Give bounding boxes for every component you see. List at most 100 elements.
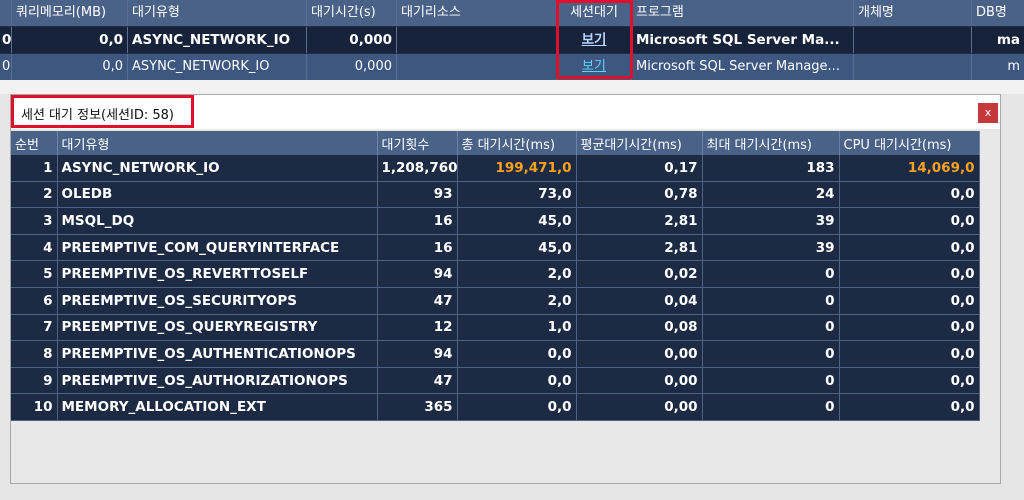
cell-wait-resource (397, 54, 557, 80)
cell-seq: 5 (11, 260, 58, 288)
col-header-program[interactable]: 프로그램 (632, 0, 854, 26)
cell-wait-count: 94 (377, 260, 458, 288)
cell-avg-wait: 0,00 (576, 340, 703, 368)
col-header[interactable] (0, 0, 12, 26)
table-row[interactable]: 2 OLEDB 93 73,0 0,78 24 0,0 (11, 181, 980, 209)
cell-total-wait: 73,0 (457, 181, 577, 209)
table-row[interactable]: 9 PREEMPTIVE_OS_AUTHORIZATIONOPS 47 0,0 0,00… (11, 367, 980, 395)
cell-avg-wait: 0,04 (576, 287, 703, 315)
cell-max-wait: 24 (702, 181, 840, 209)
cell-cpu-wait: 0,0 (839, 181, 980, 209)
cell-wait-type: PREEMPTIVE_OS_SECURITYOPS (57, 287, 378, 315)
cell-max-wait: 0 (702, 287, 840, 315)
col-header-cpu-wait[interactable]: CPU 대기시간(ms) (839, 131, 980, 155)
cell-max-wait: 0 (702, 314, 840, 342)
cell-seq: 6 (11, 287, 58, 315)
cell-avg-wait: 0,02 (576, 260, 703, 288)
cell-avg-wait: 2,81 (576, 234, 703, 262)
cell-wait-count: 12 (377, 314, 458, 342)
cell-avg-wait: 0,17 (576, 155, 703, 182)
col-header-wait-count[interactable]: 대기횟수 (377, 131, 458, 155)
cell-wait-count: 93 (377, 181, 458, 209)
wait-stats-body: 1 ASYNC_NETWORK_IO 1,208,760 199,471,0 0,17 1… (11, 155, 980, 421)
cell-total-wait: 45,0 (457, 207, 577, 235)
cell-wait-count: 47 (377, 367, 458, 395)
col-header-wait-type[interactable]: 대기유형 (128, 0, 307, 26)
cell-max-wait: 0 (702, 340, 840, 368)
col-header-object-name[interactable]: 개체명 (854, 0, 972, 26)
col-header-session-wait[interactable]: 세션대기 (557, 0, 632, 26)
col-header-total-wait[interactable]: 총 대기시간(ms) (457, 131, 577, 155)
close-button[interactable]: x (978, 103, 998, 123)
cell-cpu-wait: 0,0 (839, 314, 980, 342)
cell-wait-type: ASYNC_NETWORK_IO (57, 155, 378, 182)
session-grid: 쿼리메모리(MB) 대기유형 대기시간(s) 대기리소스 세션대기 프로그램 개… (0, 0, 1024, 82)
session-row[interactable]: 0 0,0 ASYNC_NETWORK_IO 0,000 보기 Microsof… (0, 27, 1024, 53)
cell-wait-count: 94 (377, 340, 458, 368)
cell-max-wait: 0 (702, 393, 840, 421)
session-wait-info-dialog: 세션 대기 정보(세션ID: 58) x 순번 대기유형 대기횟수 총 대기시간… (10, 94, 1001, 484)
cell-db-name: ma (996, 32, 1020, 48)
cell-wait-count: 16 (377, 234, 458, 262)
table-row[interactable]: 6 PREEMPTIVE_OS_SECURITYOPS 47 2,0 0,04 0 0,0 (11, 287, 980, 315)
cell-query-memory: 0,0 (12, 27, 128, 53)
session-grid-header: 쿼리메모리(MB) 대기유형 대기시간(s) 대기리소스 세션대기 프로그램 개… (0, 0, 1024, 26)
col-header-wait-resource[interactable]: 대기리소스 (397, 0, 557, 26)
cell-cpu-wait: 0,0 (839, 287, 980, 315)
cell-object-name (854, 54, 972, 80)
cell-program: Microsoft SQL Server Ma... (632, 27, 854, 53)
cell-wait-count: 365 (377, 393, 458, 421)
session-wait-view-link[interactable]: 보기 (557, 54, 632, 80)
table-row[interactable]: 7 PREEMPTIVE_OS_QUERYREGISTRY 12 1,0 0,08 0 0,… (11, 314, 980, 342)
cell-total-wait: 199,471,0 (457, 155, 577, 182)
cell-max-wait: 39 (702, 207, 840, 235)
cell-wait-type: PREEMPTIVE_COM_QUERYINTERFACE (57, 234, 378, 262)
cell-wait-count: 16 (377, 207, 458, 235)
cell-seq: 8 (11, 340, 58, 368)
session-wait-view-link[interactable]: 보기 (557, 27, 632, 53)
cell: 0 (0, 54, 12, 80)
cell-seq: 10 (11, 393, 58, 421)
cell-avg-wait: 0,08 (576, 314, 703, 342)
table-row[interactable]: 3 MSQL_DQ 16 45,0 2,81 39 0,0 (11, 207, 980, 235)
cell-cpu-wait: 0,0 (839, 393, 980, 421)
grid-bottom-strip (0, 80, 1024, 94)
cell-seq: 1 (11, 155, 58, 182)
col-header-avg-wait[interactable]: 평균대기시간(ms) (576, 131, 703, 155)
col-header-max-wait[interactable]: 최대 대기시간(ms) (702, 131, 840, 155)
table-row[interactable]: 5 PREEMPTIVE_OS_REVERTTOSELF 94 2,0 0,02 0 0,0 (11, 260, 980, 288)
cell-avg-wait: 2,81 (576, 207, 703, 235)
cell-seq: 4 (11, 234, 58, 262)
table-row[interactable]: 1 ASYNC_NETWORK_IO 1,208,760 199,471,0 0,17 1… (11, 155, 980, 182)
cell-total-wait: 0,0 (457, 340, 577, 368)
cell-wait-type: MEMORY_ALLOCATION_EXT (57, 393, 378, 421)
cell-max-wait: 39 (702, 234, 840, 262)
cell-wait-type: PREEMPTIVE_OS_AUTHORIZATIONOPS (57, 367, 378, 395)
cell-wait-type: PREEMPTIVE_OS_AUTHENTICATIONOPS (57, 340, 378, 368)
col-header-seq[interactable]: 순번 (11, 131, 58, 155)
col-header-query-memory[interactable]: 쿼리메모리(MB) (12, 0, 128, 26)
table-row[interactable]: 4 PREEMPTIVE_COM_QUERYINTERFACE 16 45,0 2,81… (11, 234, 980, 262)
cell-wait-count: 1,208,760 (377, 155, 458, 182)
table-row[interactable]: 10 MEMORY_ALLOCATION_EXT 365 0,0 0,00 0 0,0 (11, 393, 980, 421)
wait-stats-table: 순번 대기유형 대기횟수 총 대기시간(ms) 평균대기시간(ms) 최대 대기… (11, 131, 980, 421)
cell-avg-wait: 0,78 (576, 181, 703, 209)
col-header-wait-type[interactable]: 대기유형 (57, 131, 378, 155)
dialog-titlebar[interactable]: 세션 대기 정보(세션ID: 58) x (11, 95, 1000, 129)
cell-wait-time: 0,000 (307, 54, 397, 80)
session-row[interactable]: 0 0,0 ASYNC_NETWORK_IO 0,000 보기 Microsof… (0, 54, 1024, 80)
col-header-wait-time[interactable]: 대기시간(s) (307, 0, 397, 26)
cell-cpu-wait: 0,0 (839, 260, 980, 288)
cell-cpu-wait: 0,0 (839, 340, 980, 368)
cell-wait-resource (397, 27, 557, 53)
cell-wait-type: OLEDB (57, 181, 378, 209)
cell-seq: 9 (11, 367, 58, 395)
cell-seq: 2 (11, 181, 58, 209)
cell-wait-type: ASYNC_NETWORK_IO (128, 27, 307, 53)
cell-total-wait: 2,0 (457, 287, 577, 315)
col-header-db-name[interactable]: DB명 (972, 0, 1024, 26)
cell: 0 (0, 27, 12, 53)
cell-cpu-wait: 0,0 (839, 207, 980, 235)
table-row[interactable]: 8 PREEMPTIVE_OS_AUTHENTICATIONOPS 94 0,0 0,0… (11, 340, 980, 368)
table-header-row: 순번 대기유형 대기횟수 총 대기시간(ms) 평균대기시간(ms) 최대 대기… (11, 131, 980, 155)
